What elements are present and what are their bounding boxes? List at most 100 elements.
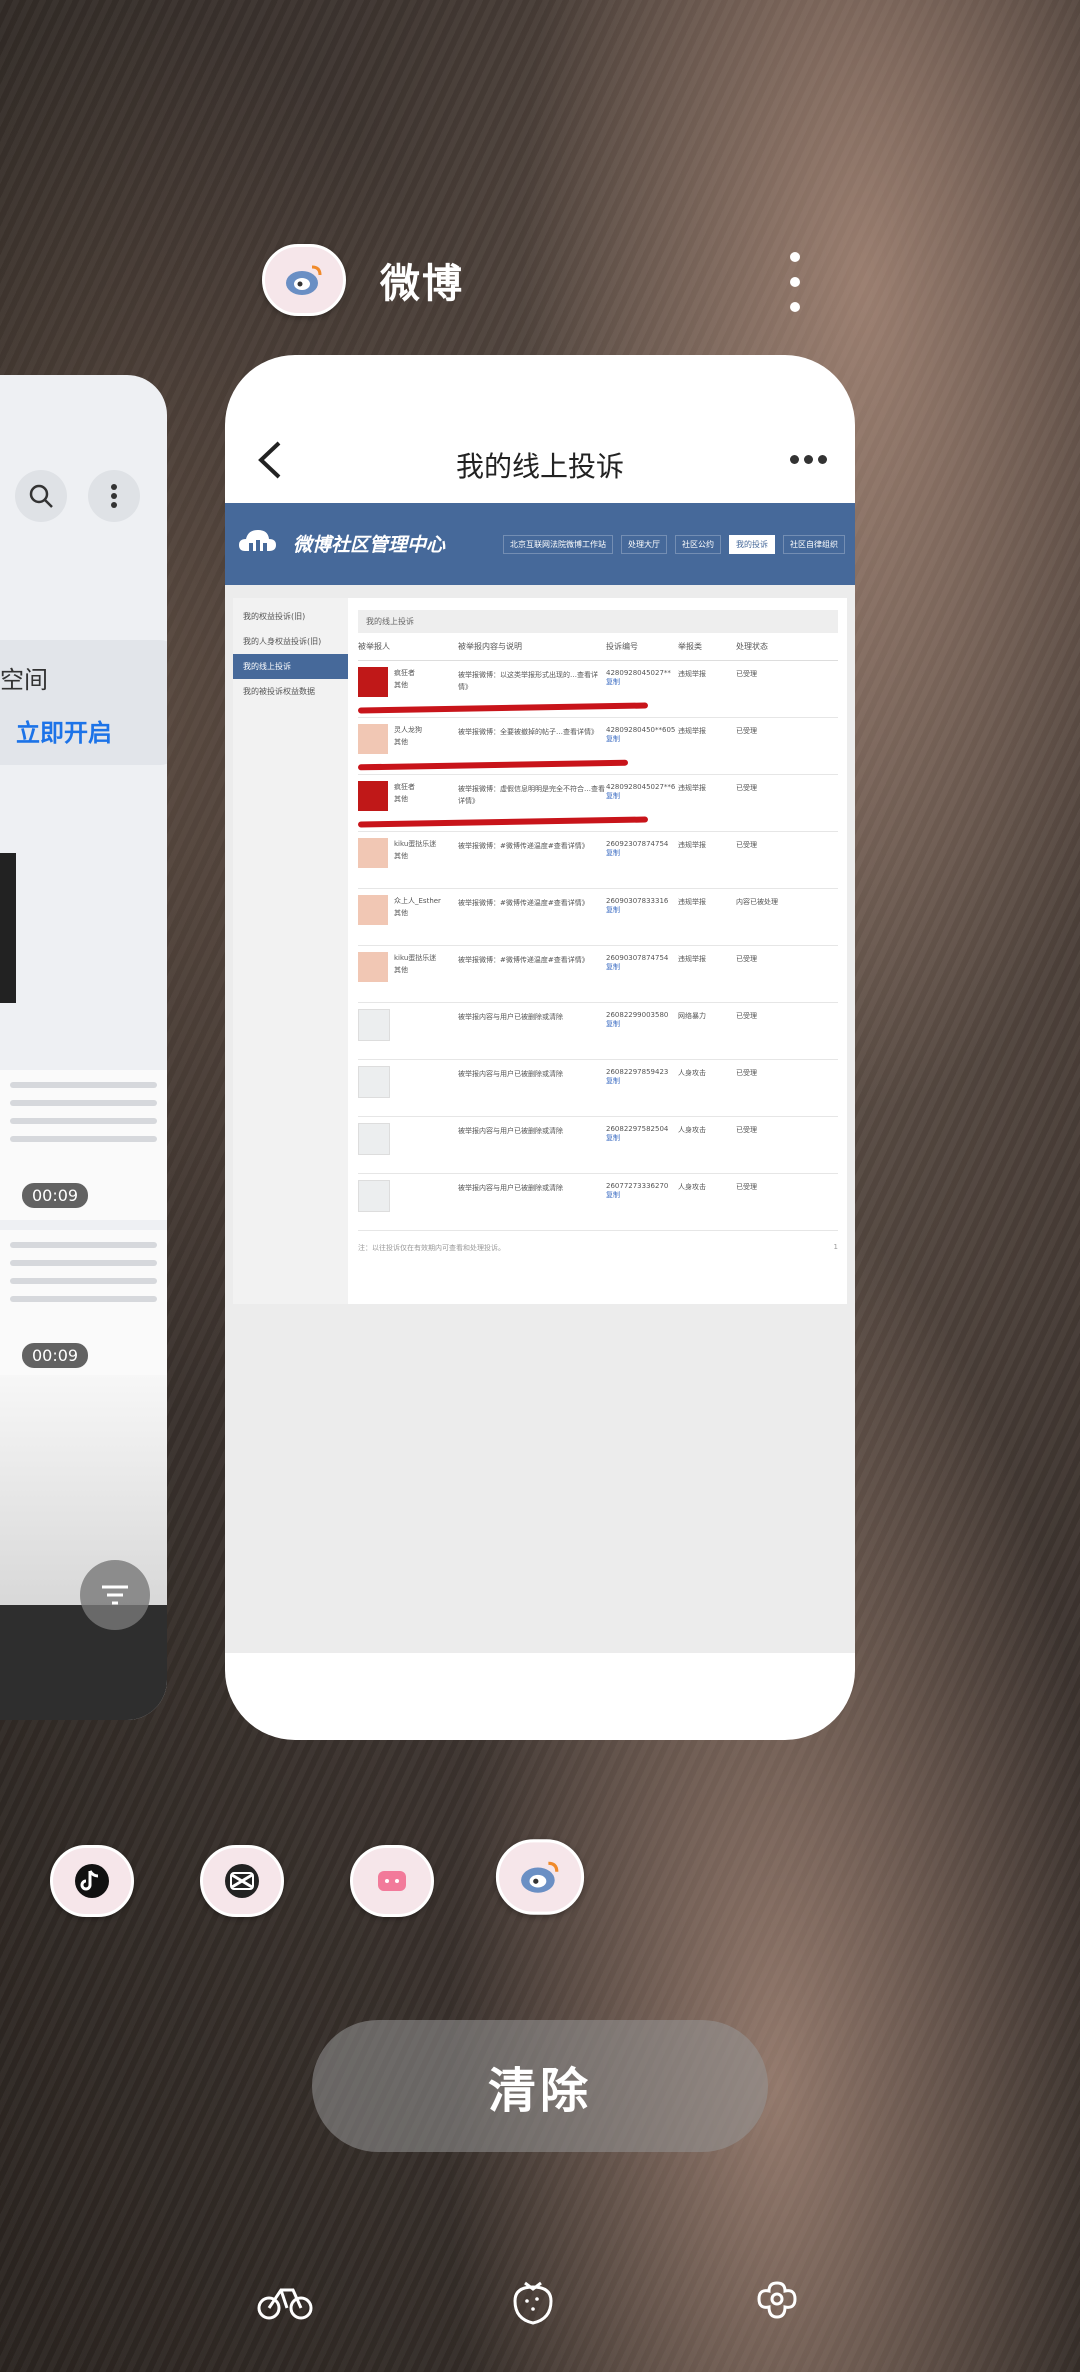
avatar [358, 781, 388, 811]
app-name: 微博 [380, 261, 464, 307]
user-tag: 其他 [394, 738, 408, 746]
complaint-id-cell: 26082297859423 复制 [606, 1060, 678, 1116]
report-content: 被举报微博：#微博传递温度#查看详情》 [458, 956, 589, 964]
screenshot-tab: 北京互联网法院微博工作站 [503, 535, 613, 554]
screenshot-tab: 社区自律组织 [783, 535, 845, 554]
report-content: 被举报内容与用户已被删除或清除 [458, 1013, 563, 1021]
process-status: 已受理 [736, 1126, 757, 1134]
weibo-app-icon[interactable] [262, 244, 346, 316]
process-status: 已受理 [736, 1069, 757, 1077]
footnote: 注：以往投诉仅在有效期内可查看和处理投诉。 [358, 1244, 505, 1252]
copy-link: 复制 [606, 1134, 620, 1142]
page-number: 1 [833, 1243, 838, 1251]
copy-link: 复制 [606, 735, 620, 743]
complaint-id-cell: 26090307833316 复制 [606, 889, 678, 945]
process-status: 内容已被处理 [736, 898, 778, 906]
table-row: 疯狂者 其他 被举报微博：虚假信息明明是完全不符合…查看详情》 42809280450… [357, 775, 838, 832]
complaint-id-cell: 26082297582504 复制 [606, 1117, 678, 1173]
video-duration: 00:09 [22, 1343, 89, 1368]
complaint-id: 42809280450**605 [606, 726, 676, 734]
avatar [358, 1009, 390, 1041]
copy-link: 复制 [606, 792, 620, 800]
complaint-id: 26082297859423 [606, 1068, 669, 1076]
reported-user [358, 1174, 458, 1230]
avatar [358, 952, 388, 982]
app-header: 微博 [262, 244, 464, 316]
more-vertical-icon[interactable] [88, 470, 140, 522]
more-options-icon[interactable] [780, 252, 810, 312]
process-status: 已受理 [736, 955, 757, 963]
screenshot-body: 我的权益投诉(旧) 我的人身权益投诉(旧) 我的线上投诉 我的被投诉权益数据 我… [233, 598, 847, 1304]
complaint-id: 26082297582504 [606, 1125, 669, 1133]
user-tag: 其他 [394, 966, 408, 974]
screenshot-brand: 微博社区管理中心 [293, 534, 446, 556]
weibo-icon[interactable] [495, 1839, 585, 1915]
dark-panel [0, 1605, 167, 1720]
column-header: 被举报内容与说明 [458, 642, 522, 651]
banner-text: 空间 [0, 666, 48, 694]
page-title: 我的线上投诉 [455, 450, 624, 483]
complaint-id-cell: 26077273336270 复制 [606, 1174, 678, 1230]
avatar [358, 667, 388, 697]
tiktok-icon[interactable] [50, 1845, 134, 1917]
copy-link: 复制 [606, 678, 620, 686]
table-footer: 注：以往投诉仅在有效期内可查看和处理投诉。 1 [358, 1231, 838, 1265]
bottom-shortcuts [0, 2270, 1080, 2340]
search-icon[interactable] [15, 470, 67, 522]
user-name: kiku蛋挞乐迷 [394, 840, 437, 848]
report-content: 被举报内容与用户已被删除或清除 [458, 1070, 563, 1078]
process-status: 已受理 [736, 841, 757, 849]
report-type: 违规举报 [678, 670, 706, 678]
clear-all-button[interactable]: 清除 [312, 2020, 768, 2152]
user-name: 疯狂者 [394, 783, 415, 791]
recent-apps-row [0, 1835, 1080, 1917]
table-rows: 疯狂者 其他 被举报微博：以这类举报形式出现的…查看详情》 4280928045027… [357, 661, 838, 1231]
process-status: 已受理 [736, 784, 757, 792]
bicycle-icon[interactable] [255, 2270, 315, 2330]
user-name: 灵人龙狗 [394, 726, 422, 734]
report-type: 违规举报 [678, 955, 706, 963]
weibo-app-card[interactable]: 我的线上投诉 微博社区管理中心 北京互联网法院微博工作站 处理大厅 社区公约 我… [225, 355, 855, 1740]
report-content: 被举报微博：#微博传递温度#查看详情》 [458, 899, 589, 907]
video-icon[interactable] [350, 1845, 434, 1917]
complaint-id-cell: 26092307874754 复制 [606, 832, 678, 888]
reported-user: kiku蛋挞乐迷 其他 [358, 832, 458, 888]
flower-icon[interactable] [747, 2270, 807, 2330]
table-header: 被举报人 被举报内容与说明 投诉编号 举报类 处理状态 [358, 633, 838, 661]
user-name: 疯狂者 [394, 669, 415, 677]
copy-link: 复制 [606, 963, 620, 971]
capcut-icon[interactable] [200, 1845, 284, 1917]
table-row: 众上人_Esther 其他 被举报微博：#微博传递温度#查看详情》 260903078… [358, 889, 838, 946]
sidebar-item-active: 我的线上投诉 [233, 654, 348, 679]
user-tag: 其他 [394, 909, 408, 917]
video-duration: 00:09 [22, 1183, 89, 1208]
more-horizontal-icon[interactable] [790, 455, 827, 464]
report-type: 人身攻击 [678, 1069, 706, 1077]
report-type: 人身攻击 [678, 1126, 706, 1134]
report-type: 违规举报 [678, 727, 706, 735]
avatar [358, 895, 388, 925]
open-now-link[interactable]: 立即开启 [16, 713, 112, 748]
complaint-id: 26090307833316 [606, 897, 669, 905]
complaint-table: 我的线上投诉 被举报人 被举报内容与说明 投诉编号 举报类 处理状态 疯狂者 其他… [357, 610, 838, 1265]
complaint-id: 26092307874754 [606, 840, 669, 848]
complaint-id: 4280928045027** [606, 669, 671, 677]
column-header: 处理状态 [736, 642, 768, 651]
filter-icon[interactable] [80, 1560, 150, 1630]
table-row: kiku蛋挞乐迷 其他 被举报微博：#微博传递温度#查看详情》 26090307874… [358, 946, 838, 1003]
table-row: 被举报内容与用户已被删除或清除 26082297582504 复制 人身攻击 已受理 [358, 1117, 838, 1174]
report-content: 被举报内容与用户已被删除或清除 [458, 1184, 563, 1192]
previous-app-card[interactable]: 空间 立即开启 00:09 00:09 [0, 375, 167, 1720]
user-tag: 其他 [394, 795, 408, 803]
report-type: 网络暴力 [678, 1012, 706, 1020]
reported-user: 众上人_Esther 其他 [358, 889, 458, 945]
strawberry-icon[interactable] [503, 2270, 563, 2330]
column-header: 投诉编号 [606, 642, 638, 651]
table-row: 被举报内容与用户已被删除或清除 26077273336270 复制 人身攻击 已受理 [358, 1174, 838, 1231]
sidebar-item: 我的被投诉权益数据 [243, 687, 315, 696]
copy-link: 复制 [606, 1077, 620, 1085]
user-tag: 其他 [394, 681, 408, 689]
screenshot-header: 微博社区管理中心 北京互联网法院微博工作站 处理大厅 社区公约 我的投诉 社区自… [225, 503, 855, 585]
avatar [358, 1180, 390, 1212]
complaint-id-cell: 26082299003580 复制 [606, 1003, 678, 1059]
